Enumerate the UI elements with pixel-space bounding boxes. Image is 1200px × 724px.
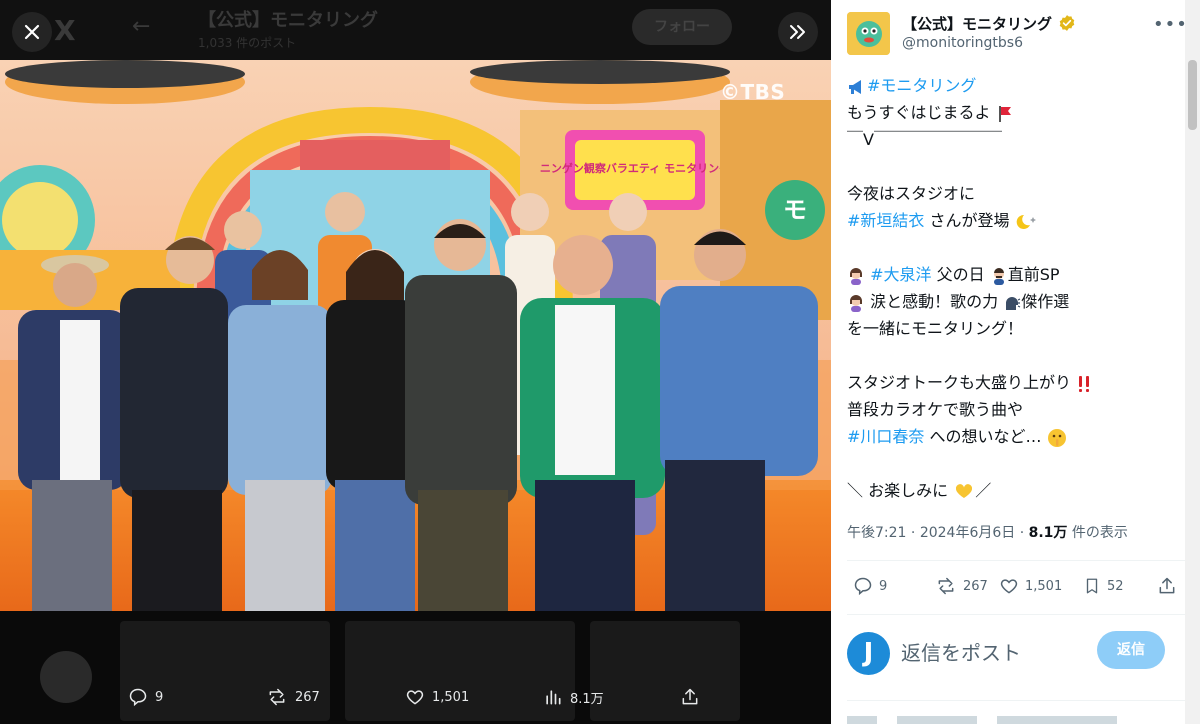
tweet-action-bar: 9 267 1,501 52	[847, 570, 1185, 604]
tweet-detail-panel: 【公式】モニタリング @monitoringtbs6 ••• #モニタリング も…	[831, 0, 1200, 724]
heart-hands-emoji	[956, 483, 973, 498]
tweet-time[interactable]: 午後7:21	[847, 525, 906, 541]
more-options-button[interactable]: •••	[1153, 14, 1188, 35]
hashtag-monitoring[interactable]: #モニタリング	[867, 76, 976, 95]
reply-input[interactable]: 返信をポスト	[901, 637, 1021, 666]
man-emoji	[993, 267, 1004, 285]
photo-watermark: ©TBS	[720, 80, 786, 104]
background-profile-title: 【公式】モニタリング	[198, 10, 378, 31]
woman-emoji	[850, 294, 862, 312]
background-follow-button: フォロー	[632, 9, 732, 45]
more-icon: •••	[1153, 14, 1188, 35]
media-like-count: 1,501	[432, 689, 470, 705]
views-icon	[546, 690, 561, 705]
monitoring-mascot-icon	[847, 12, 890, 55]
like-icon	[406, 690, 424, 705]
share-icon	[682, 688, 698, 705]
media-action-bar: 9 267 1,501 8.1万	[0, 680, 831, 720]
meta-separator: ·	[1019, 525, 1025, 541]
divider	[847, 614, 1185, 615]
tweet-line: ／	[975, 481, 992, 500]
set-logo-letter: モ	[783, 196, 807, 224]
expand-panel-button[interactable]	[778, 12, 818, 52]
share-button[interactable]	[1157, 576, 1177, 596]
media-views-action[interactable]: 8.1万	[543, 687, 604, 707]
tweet-line: 今夜はスタジオに	[847, 184, 976, 203]
divider	[847, 560, 1185, 561]
background-post-count: 1,033 件のポスト	[198, 36, 297, 50]
woman-emoji	[850, 267, 862, 285]
media-like-action[interactable]: 1,501	[405, 687, 469, 707]
tweet-line: 傑作選	[1021, 292, 1070, 311]
verified-badge-icon	[1059, 15, 1075, 31]
tweet-line: もうすぐはじまるよ	[847, 103, 991, 122]
tweet-line: への想いなど…	[924, 427, 1042, 446]
media-viewer: X ← 【公式】モニタリング 1,033 件のポスト フォロー ニンゲン観察バラ…	[0, 0, 831, 724]
tweet-text: #モニタリング もうすぐはじまるよ ￣V￣￣￣￣￣￣￣￣ 今夜はスタジオに #新…	[847, 72, 1177, 504]
media-reply-action[interactable]: 9	[128, 687, 163, 707]
like-button[interactable]: 1,501	[999, 576, 1062, 596]
media-repost-action[interactable]: 267	[266, 687, 320, 707]
reply-icon	[129, 688, 147, 707]
repost-count: 267	[963, 578, 988, 594]
scrollbar-thumb[interactable]	[1188, 60, 1197, 130]
repost-button[interactable]: 267	[935, 576, 988, 596]
like-icon	[1000, 579, 1018, 594]
tweet-line: ＼ お楽しみに	[847, 481, 949, 500]
tweet-meta: 午後7:21 · 2024年6月6日 · 8.1万 件の表示	[847, 522, 1128, 542]
reply-button[interactable]: 9	[853, 576, 887, 596]
reply-icon	[854, 577, 872, 596]
studio-group-photo: ニンゲン観察バラエティ モニタリング モ	[0, 60, 831, 611]
close-icon	[24, 24, 40, 40]
double-exclamation-emoji	[1079, 375, 1090, 392]
tweet-line: さんが登場	[924, 211, 1010, 230]
moon-sparkle-emoji	[1016, 214, 1036, 229]
account-handle[interactable]: @monitoringtbs6	[902, 35, 1023, 51]
speaking-head-emoji	[1006, 296, 1021, 310]
media-reply-count: 9	[155, 689, 164, 705]
media-repost-count: 267	[295, 689, 320, 705]
tweet-view-count: 8.1万	[1028, 525, 1068, 541]
post-photo[interactable]: ニンゲン観察バラエティ モニタリング モ ©TBS	[0, 60, 831, 611]
repost-icon	[938, 577, 954, 595]
close-button[interactable]	[12, 12, 52, 52]
tweet-line: スタジオトークも大盛り上がり	[847, 373, 1072, 392]
reply-submit-button[interactable]: 返信	[1097, 631, 1165, 669]
account-avatar[interactable]	[847, 12, 890, 55]
like-count: 1,501	[1025, 578, 1063, 594]
flag-emoji	[998, 105, 1011, 122]
tweet-line: 父の日	[931, 265, 985, 284]
megaphone-emoji	[849, 79, 861, 94]
next-reply-preview	[847, 716, 1117, 724]
x-logo-icon: X	[54, 14, 76, 47]
bookmark-icon	[1086, 578, 1098, 594]
tweet-line: 涙と感動！歌の力	[870, 292, 999, 311]
tweet-line: を一緒にモニタリング！	[847, 319, 1024, 338]
media-share-action[interactable]	[680, 687, 700, 707]
expand-icon	[790, 25, 805, 39]
background-header: X ← 【公式】モニタリング 1,033 件のポスト フォロー	[0, 0, 831, 60]
hashtag-aragaki-yui[interactable]: #新垣結衣	[847, 211, 924, 230]
tweet-view-label: 件の表示	[1067, 525, 1128, 541]
back-arrow-icon: ←	[132, 14, 151, 39]
current-user-avatar[interactable]: J	[847, 632, 890, 675]
hashtag-oizumi-yo[interactable]: #大泉洋	[870, 265, 931, 284]
media-views-count: 8.1万	[570, 691, 604, 707]
tweet-date[interactable]: 2024年6月6日	[920, 525, 1015, 541]
set-sign-text: ニンゲン観察バラエティ モニタリング	[540, 161, 730, 175]
account-name[interactable]: 【公式】モニタリング	[902, 13, 1052, 34]
shushing-face-emoji	[1047, 428, 1066, 447]
tweet-line: 普段カラオケで歌う曲や	[847, 400, 1024, 419]
reply-count: 9	[879, 578, 888, 594]
divider	[847, 700, 1185, 701]
tweet-line: 直前SP	[1007, 265, 1060, 284]
share-icon	[1159, 577, 1175, 594]
tweet-line: ￣V￣￣￣￣￣￣￣￣	[847, 130, 1002, 149]
repost-icon	[269, 688, 285, 706]
bookmark-count: 52	[1107, 578, 1124, 594]
bookmark-button[interactable]: 52	[1083, 576, 1124, 596]
scrollbar[interactable]	[1185, 0, 1200, 724]
hashtag-kawaguchi-haruna[interactable]: #川口春奈	[847, 427, 924, 446]
meta-separator: ·	[910, 525, 916, 541]
